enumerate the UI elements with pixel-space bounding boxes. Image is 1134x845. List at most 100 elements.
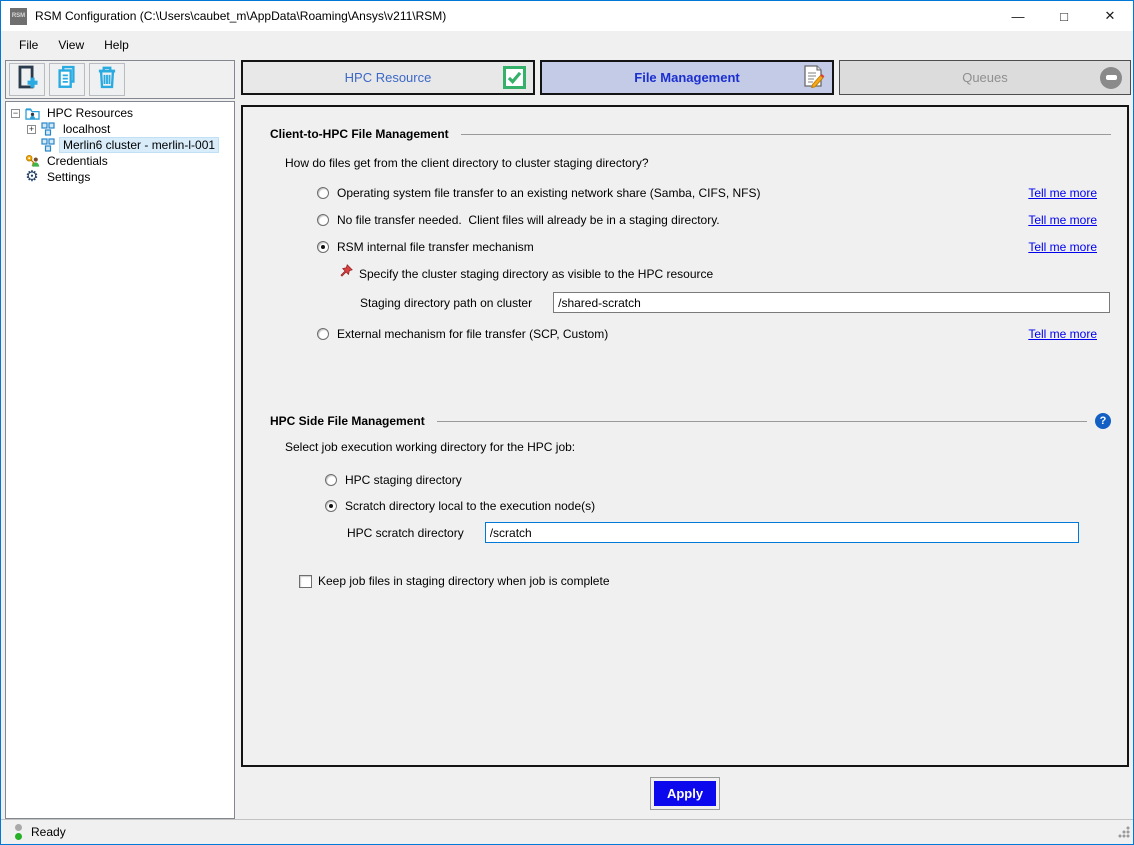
tree-item-label: Credentials	[44, 154, 111, 168]
tree-item-label: HPC Resources	[44, 106, 136, 120]
copy-icon	[54, 64, 80, 95]
apply-button[interactable]: Apply	[654, 781, 716, 806]
tab-file-management[interactable]: File Management	[540, 60, 834, 95]
radio-icon[interactable]	[317, 328, 329, 340]
radio-icon[interactable]	[317, 241, 329, 253]
tree-item-hpc-resources[interactable]: − HPC Resources	[6, 105, 234, 121]
radio-label: HPC staging directory	[345, 473, 462, 487]
menu-help[interactable]: Help	[94, 35, 139, 55]
section-title: Client-to-HPC File Management	[270, 127, 449, 141]
section-tabs: HPC Resource File Management Queues	[241, 60, 1131, 95]
cluster-icon	[40, 122, 56, 136]
window-controls: — □ ✕	[995, 1, 1133, 31]
tree-item-settings[interactable]: ⚙ Settings	[6, 169, 234, 185]
close-button[interactable]: ✕	[1087, 1, 1133, 31]
radio-hpc-staging-directory[interactable]: HPC staging directory	[325, 473, 1097, 487]
tab-label: HPC Resource	[345, 70, 432, 85]
tree-item-merlin6-cluster[interactable]: Merlin6 cluster - merlin-l-001	[6, 137, 234, 153]
radio-label: Operating system file transfer to an exi…	[337, 186, 761, 200]
tree-item-credentials[interactable]: Credentials	[6, 153, 234, 169]
staging-note: Specify the cluster staging directory as…	[359, 267, 713, 281]
resource-tree: − HPC Resources + localhost Merlin6 clus…	[5, 101, 235, 819]
maximize-button[interactable]: □	[1041, 1, 1087, 31]
apply-row: Apply	[241, 767, 1129, 819]
radio-icon[interactable]	[317, 187, 329, 199]
hpc-resources-folder-icon	[24, 106, 40, 120]
tree-item-label: localhost	[60, 122, 113, 136]
green-check-icon	[503, 66, 526, 89]
menu-view[interactable]: View	[48, 35, 94, 55]
radio-icon[interactable]	[325, 500, 337, 512]
status-bar: Ready	[1, 819, 1133, 844]
radio-scratch-directory[interactable]: Scratch directory local to the execution…	[325, 499, 1097, 513]
edit-document-icon	[801, 64, 825, 91]
title-bar: RSM RSM Configuration (C:\Users\caubet_m…	[1, 1, 1133, 31]
window-title: RSM Configuration (C:\Users\caubet_m\App…	[35, 9, 446, 23]
resize-grip[interactable]	[1118, 826, 1130, 838]
tell-me-more-link[interactable]: Tell me more	[1028, 186, 1097, 200]
status-indicator-icon	[15, 824, 22, 840]
divider	[437, 421, 1087, 422]
client-question: How do files get from the client directo…	[285, 156, 1127, 170]
tree-item-label: Merlin6 cluster - merlin-l-001	[60, 138, 218, 152]
tree-item-localhost[interactable]: + localhost	[6, 121, 234, 137]
radio-label: No file transfer needed. Client files wi…	[337, 213, 720, 227]
file-management-panel: Client-to-HPC File Management How do fil…	[241, 105, 1129, 767]
radio-icon[interactable]	[325, 474, 337, 486]
tab-label: Queues	[962, 70, 1008, 85]
minimize-button[interactable]: —	[995, 1, 1041, 31]
staging-label: Staging directory path on cluster	[360, 296, 532, 310]
staging-note-row: Specify the cluster staging directory as…	[339, 264, 1127, 283]
add-resource-button[interactable]	[9, 63, 45, 96]
settings-gear-icon: ⚙	[24, 170, 40, 184]
section-title: HPC Side File Management	[270, 414, 425, 428]
scratch-field-row: HPC scratch directory	[347, 522, 1127, 543]
duplicate-resource-button[interactable]	[49, 63, 85, 96]
cluster-icon	[40, 138, 56, 152]
expand-icon[interactable]: +	[27, 125, 36, 134]
staging-directory-input[interactable]	[553, 292, 1110, 313]
collapse-icon[interactable]: −	[11, 109, 20, 118]
tab-label: File Management	[634, 70, 739, 85]
left-panel: − HPC Resources + localhost Merlin6 clus…	[5, 60, 235, 819]
help-icon[interactable]: ?	[1095, 413, 1111, 429]
hpc-section-header: HPC Side File Management ?	[270, 413, 1111, 429]
radio-external-mechanism[interactable]: External mechanism for file transfer (SC…	[317, 327, 1097, 341]
client-section-header: Client-to-HPC File Management	[270, 127, 1111, 141]
scratch-label: HPC scratch directory	[347, 526, 464, 540]
menu-file[interactable]: File	[9, 35, 48, 55]
tab-hpc-resource[interactable]: HPC Resource	[241, 60, 535, 95]
staging-field-row: Staging directory path on cluster	[360, 292, 1127, 313]
tell-me-more-link[interactable]: Tell me more	[1028, 213, 1097, 227]
pushpin-icon	[339, 264, 353, 283]
apply-button-frame: Apply	[650, 777, 720, 810]
credentials-icon	[24, 154, 40, 168]
radio-rsm-internal[interactable]: RSM internal file transfer mechanism Tel…	[317, 240, 1097, 254]
resource-toolbar	[5, 60, 235, 99]
delete-resource-button[interactable]	[89, 63, 125, 96]
tree-item-label: Settings	[44, 170, 93, 184]
radio-os-file-transfer[interactable]: Operating system file transfer to an exi…	[317, 186, 1097, 200]
keep-files-row[interactable]: Keep job files in staging directory when…	[299, 574, 1127, 588]
right-panel: HPC Resource File Management Queues	[241, 60, 1131, 819]
menu-bar: File View Help	[1, 31, 1133, 58]
app-icon: RSM	[10, 8, 27, 25]
rsm-configuration-window: RSM RSM Configuration (C:\Users\caubet_m…	[0, 0, 1134, 845]
tell-me-more-link[interactable]: Tell me more	[1028, 240, 1097, 254]
hpc-scratch-directory-input[interactable]	[485, 522, 1079, 543]
trash-icon	[94, 64, 120, 95]
tell-me-more-link[interactable]: Tell me more	[1028, 327, 1097, 341]
radio-icon[interactable]	[317, 214, 329, 226]
keep-files-checkbox[interactable]	[299, 575, 312, 588]
radio-no-transfer[interactable]: No file transfer needed. Client files wi…	[317, 213, 1097, 227]
status-text: Ready	[31, 825, 66, 839]
add-document-icon	[14, 64, 40, 95]
divider	[461, 134, 1111, 135]
hpc-question: Select job execution working directory f…	[285, 440, 1127, 454]
radio-label: RSM internal file transfer mechanism	[337, 240, 534, 254]
minus-circle-icon	[1100, 67, 1122, 89]
tab-queues[interactable]: Queues	[839, 60, 1131, 95]
radio-label: External mechanism for file transfer (SC…	[337, 327, 608, 341]
keep-files-label: Keep job files in staging directory when…	[318, 574, 610, 588]
radio-label: Scratch directory local to the execution…	[345, 499, 595, 513]
